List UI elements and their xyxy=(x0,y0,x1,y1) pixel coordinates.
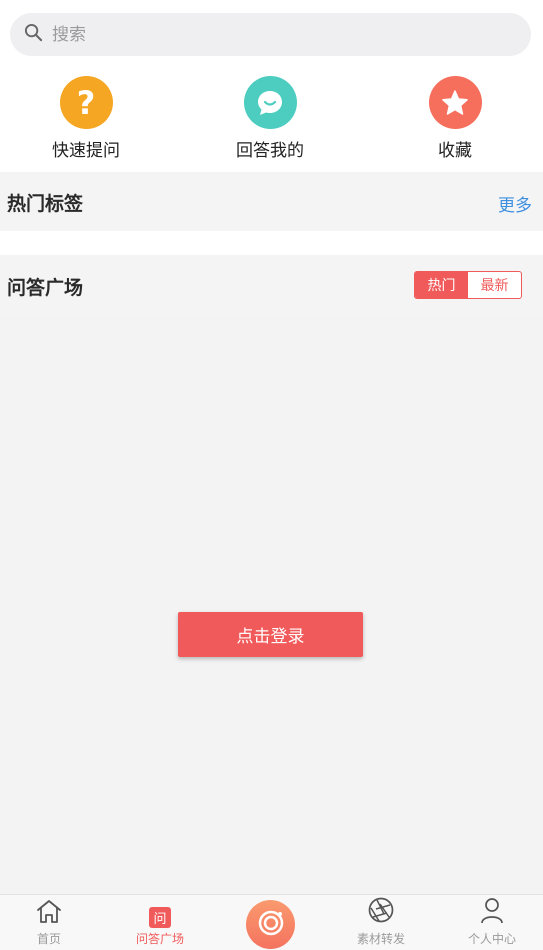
tab-home-label: 首页 xyxy=(36,932,61,946)
camera-button[interactable] xyxy=(246,900,295,949)
bottom-tab-bar: 首页 问 问答广场 素材转发 个人中心 xyxy=(0,894,543,950)
quick-actions: ? 快速提问 回答我的 收藏 xyxy=(0,68,543,172)
login-button[interactable]: 点击登录 xyxy=(178,612,363,657)
search-icon xyxy=(24,23,43,46)
ask-question-label: 快速提问 xyxy=(52,141,120,161)
star-icon xyxy=(428,76,482,129)
aperture-icon xyxy=(367,896,395,928)
tab-profile-label: 个人中心 xyxy=(467,932,516,946)
ask-question-button[interactable]: ? 快速提问 xyxy=(26,76,146,161)
question-icon: ? xyxy=(59,76,113,129)
search-box[interactable] xyxy=(10,13,531,56)
hot-tags-header: 热门标签 更多 xyxy=(0,172,543,231)
qa-square-header: 问答广场 热门 最新 xyxy=(0,255,543,316)
wen-badge-icon: 问 xyxy=(149,907,171,928)
answer-mine-label: 回答我的 xyxy=(236,141,304,161)
camera-icon xyxy=(256,908,286,942)
answer-mine-button[interactable]: 回答我的 xyxy=(210,76,330,161)
hot-tags-title: 热门标签 xyxy=(7,193,84,215)
qa-square-title: 问答广场 xyxy=(7,277,84,299)
tab-qa-square[interactable]: 问 问答广场 xyxy=(115,895,205,950)
sort-toggle: 热门 最新 xyxy=(414,271,522,299)
chat-bubble-icon xyxy=(243,76,297,129)
tab-material-share-label: 素材转发 xyxy=(356,932,405,946)
tab-hot[interactable]: 热门 xyxy=(415,272,468,298)
tab-qa-square-label: 问答广场 xyxy=(135,932,184,946)
user-icon xyxy=(480,897,504,928)
tab-home[interactable]: 首页 xyxy=(4,895,94,950)
search-input[interactable] xyxy=(52,24,492,45)
search-bar xyxy=(0,0,543,68)
tab-material-share[interactable]: 素材转发 xyxy=(336,895,426,950)
favorites-label: 收藏 xyxy=(438,141,472,161)
more-link[interactable]: 更多 xyxy=(498,191,532,216)
svg-text:?: ? xyxy=(77,86,96,120)
tab-latest[interactable]: 最新 xyxy=(468,272,521,298)
page: ? 快速提问 回答我的 收藏 热门标签 更多 问答广场 热门 最新 点击 xyxy=(0,0,543,950)
home-icon xyxy=(35,898,63,928)
favorites-button[interactable]: 收藏 xyxy=(395,76,515,161)
tab-profile[interactable]: 个人中心 xyxy=(447,895,537,950)
content-area: 点击登录 xyxy=(0,316,543,894)
